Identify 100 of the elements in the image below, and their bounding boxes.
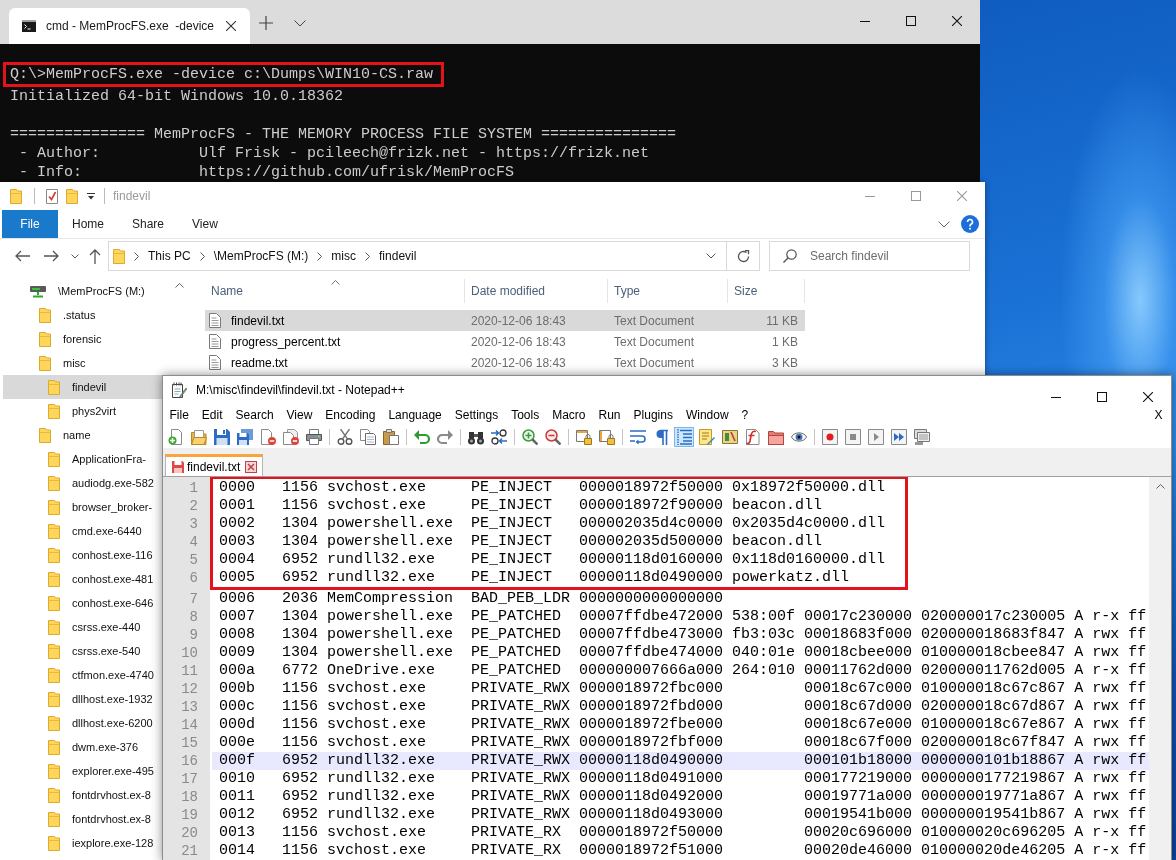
maximize-icon[interactable]: [1097, 392, 1107, 402]
open-folder-icon[interactable]: [191, 429, 207, 445]
scissors-icon[interactable]: [337, 429, 353, 445]
tree-item[interactable]: ctfmon.exe-4740: [3, 663, 162, 687]
tree-item[interactable]: findevil: [3, 375, 162, 399]
up-arrow-icon[interactable]: [89, 248, 101, 264]
tree-item[interactable]: .status: [3, 303, 162, 327]
file-row[interactable]: progress_percent.txt 2020-12-06 18:43 Text Document 1 KB: [205, 331, 805, 352]
tree-item[interactable]: dllhost.exe-6200: [3, 711, 162, 735]
dropdown-caret-icon[interactable]: [87, 192, 95, 200]
tree-item[interactable]: conhost.exe-646: [3, 591, 162, 615]
play-icon[interactable]: [868, 429, 884, 445]
word-wrap-icon[interactable]: [630, 429, 646, 445]
floppy-disks-icon[interactable]: [237, 429, 253, 445]
replace-icon[interactable]: [491, 429, 507, 445]
close-icon[interactable]: [226, 21, 236, 31]
scrollbar-track[interactable]: [1149, 477, 1171, 860]
tree-item[interactable]: cmd.exe-6440: [3, 519, 162, 543]
breadcrumb[interactable]: misc: [331, 249, 357, 263]
tree-item[interactable]: conhost.exe-481: [3, 567, 162, 591]
address-bar[interactable]: This PC \MemProcFS (M:) misc findevil: [108, 241, 727, 271]
checklist-icon[interactable]: [46, 188, 58, 204]
chevron-right-icon[interactable]: [365, 251, 371, 261]
printer-icon[interactable]: [306, 429, 322, 445]
tree-item[interactable]: audiodg.exe-582: [3, 471, 162, 495]
tree-item[interactable]: dllhost.exe-1932: [3, 687, 162, 711]
undo-icon[interactable]: [414, 429, 430, 445]
menu-item[interactable]: Tools: [504, 404, 546, 426]
close-document-button[interactable]: X: [1148, 404, 1169, 426]
window-lock-icon[interactable]: [599, 429, 615, 445]
tree-item[interactable]: fontdrvhost.ex-8: [3, 783, 162, 807]
folder-icon[interactable]: [768, 429, 784, 445]
search-field[interactable]: Search findevil: [769, 241, 970, 271]
column-header[interactable]: Date modified: [465, 279, 608, 303]
stop-icon[interactable]: [845, 429, 861, 445]
function-document-icon[interactable]: [745, 429, 761, 445]
tree-item[interactable]: ApplicationFra-: [3, 447, 162, 471]
menu-item[interactable]: Encoding: [318, 404, 382, 426]
windows-stack-icon[interactable]: [914, 429, 930, 445]
tree-item[interactable]: conhost.exe-116: [3, 543, 162, 567]
column-header[interactable]: Size: [728, 279, 805, 303]
column-header[interactable]: Name: [205, 279, 465, 303]
redo-icon[interactable]: [437, 429, 453, 445]
menu-item[interactable]: Edit: [195, 404, 230, 426]
map-icon[interactable]: [722, 429, 738, 445]
new-document-icon[interactable]: [168, 429, 184, 445]
ribbon-tab[interactable]: Share: [118, 210, 179, 238]
menu-item[interactable]: Search: [229, 404, 281, 426]
column-header[interactable]: Type: [608, 279, 728, 303]
tree-item[interactable]: fontdrvhost.ex-8: [3, 807, 162, 831]
maximize-icon[interactable]: [906, 16, 916, 26]
eye-icon[interactable]: [791, 429, 807, 445]
breadcrumb[interactable]: \MemProcFS (M:): [213, 249, 309, 263]
minimize-icon[interactable]: [1051, 396, 1061, 398]
close-icon[interactable]: [952, 16, 962, 26]
menu-item[interactable]: Window: [679, 404, 736, 426]
menu-item[interactable]: Macro: [545, 404, 592, 426]
document-pencil-icon[interactable]: [699, 429, 715, 445]
menu-item[interactable]: View: [280, 404, 319, 426]
chevron-right-icon[interactable]: [134, 251, 139, 261]
copy-icon[interactable]: [360, 429, 376, 445]
menu-item[interactable]: Run: [592, 404, 628, 426]
breadcrumb[interactable]: findevil: [379, 249, 417, 263]
tree-item[interactable]: forensic: [3, 327, 162, 351]
forward-arrow-icon[interactable]: [44, 250, 60, 262]
ribbon-tab[interactable]: Home: [58, 210, 118, 238]
documents-minus-icon[interactable]: [283, 429, 299, 445]
menu-item[interactable]: ?: [735, 404, 755, 426]
tree-item[interactable]: csrss.exe-540: [3, 639, 162, 663]
fast-forward-icon[interactable]: [891, 429, 907, 445]
menu-item[interactable]: Language: [381, 404, 449, 426]
tree-item[interactable]: iexplore.exe-128: [3, 831, 162, 855]
indent-guide-icon[interactable]: [674, 427, 694, 447]
chevron-right-icon[interactable]: [317, 251, 323, 261]
tree-item[interactable]: misc: [3, 351, 162, 375]
close-icon[interactable]: [1143, 392, 1153, 402]
chevron-down-icon[interactable]: [938, 220, 950, 228]
minimize-icon[interactable]: [860, 20, 870, 22]
chevron-down-icon[interactable]: [294, 20, 306, 27]
breadcrumb[interactable]: This PC: [148, 249, 191, 263]
binoculars-icon[interactable]: [468, 429, 484, 445]
clipboard-icon[interactable]: [383, 429, 399, 445]
tree-item[interactable]: dwm.exe-376: [3, 735, 162, 759]
ribbon-tab[interactable]: View: [178, 210, 232, 238]
chevron-down-icon[interactable]: [71, 253, 79, 259]
document-minus-icon[interactable]: [260, 429, 276, 445]
chevron-down-icon[interactable]: [706, 253, 716, 259]
back-arrow-icon[interactable]: [14, 250, 30, 262]
chevron-right-icon[interactable]: [199, 251, 205, 261]
document-tab[interactable]: findevil.txt: [165, 454, 264, 476]
plus-icon[interactable]: [259, 16, 273, 30]
menu-item[interactable]: Settings: [448, 404, 505, 426]
tree-item[interactable]: explorer.exe-495: [3, 759, 162, 783]
tree-item[interactable]: csrss.exe-440: [3, 615, 162, 639]
terminal-tab[interactable]: cmd - MemProcFS.exe -device: [9, 8, 250, 44]
tree-item[interactable]: phys2virt: [3, 399, 162, 423]
zoom-out-icon[interactable]: [545, 429, 561, 445]
file-row[interactable]: readme.txt 2020-12-06 18:43 Text Document 3 KB: [205, 352, 805, 373]
file-tab[interactable]: File: [2, 210, 58, 238]
tree-item[interactable]: name: [3, 423, 162, 447]
